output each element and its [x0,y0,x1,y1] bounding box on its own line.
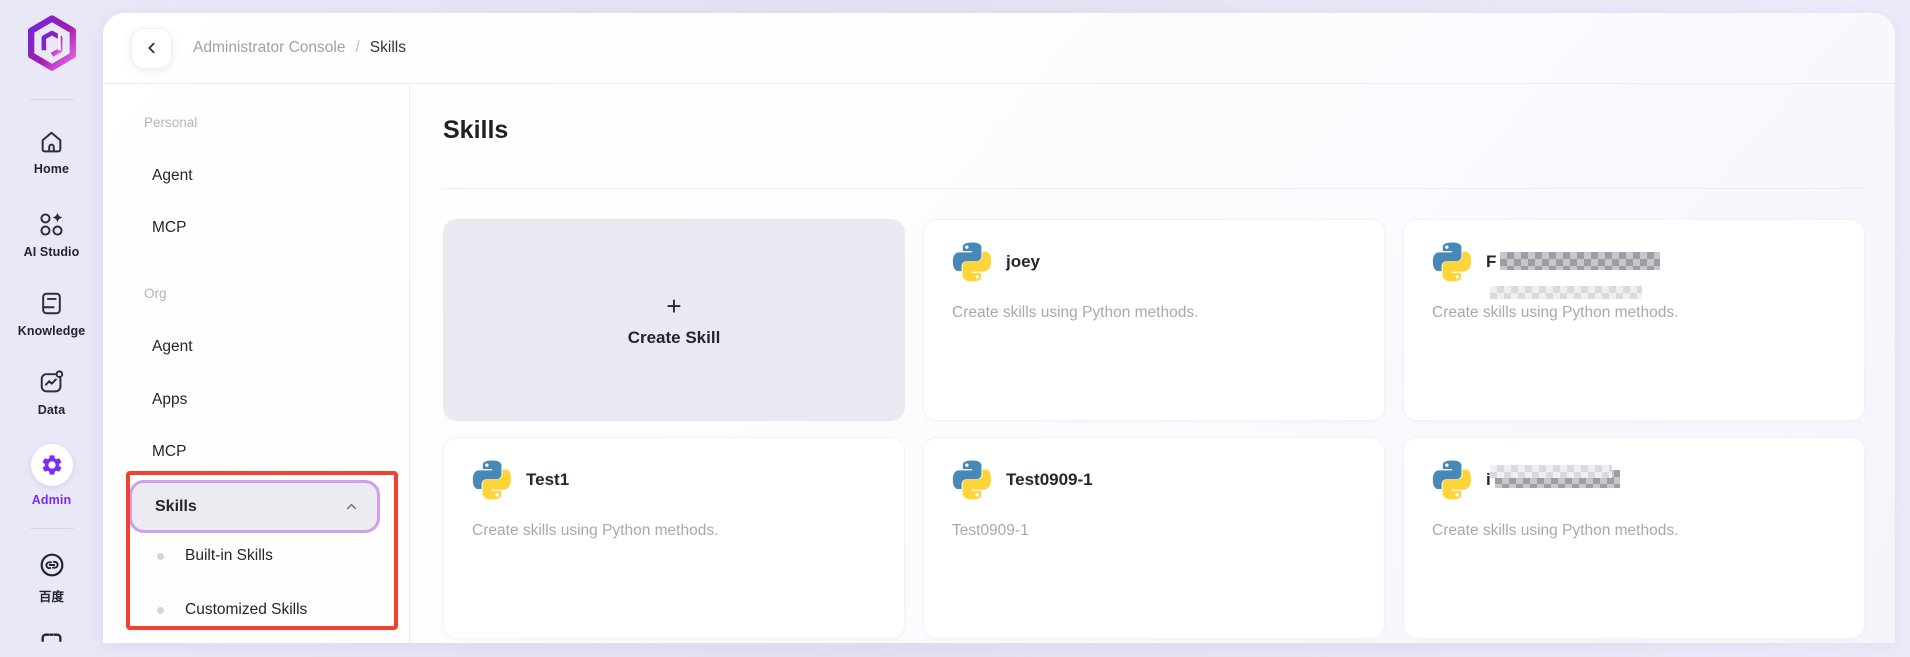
data-icon [38,369,65,396]
python-icon [952,460,992,500]
rail-label-admin: Admin [32,493,71,507]
redacted-title-mosaic [1500,252,1660,270]
python-icon [472,460,512,500]
subnav-item-customized-skills[interactable]: Customized Skills [157,601,307,619]
redacted-overline-mosaic [1490,465,1612,478]
app-logo[interactable] [0,14,103,72]
console-panel: Administrator Console / Skills Personal … [103,13,1895,643]
breadcrumb: Administrator Console / Skills [193,39,406,57]
skill-card-description: Create skills using Python methods. [1432,304,1836,322]
skill-card-title: Test0909-1 [1006,470,1093,490]
subnav-item-org-agent[interactable]: Agent [152,338,193,356]
rail-label-ai-studio: AI Studio [24,245,80,259]
subnav-item-skills[interactable]: Skills [129,480,380,533]
home-icon [38,128,65,155]
subnav-item-personal-agent[interactable]: Agent [152,167,193,185]
subnav-section-personal: Personal [144,115,197,130]
python-icon [1432,460,1472,500]
knowledge-icon [38,290,65,317]
app-rail: Home AI Studio Knowledge Data [0,0,103,643]
customized-skills-label: Customized Skills [185,601,307,619]
scan-icon [38,630,65,657]
bullet-dot-icon [157,553,164,560]
skill-card-test0909-1[interactable]: Test0909-1 Test0909-1 [923,437,1385,639]
skill-card-test1[interactable]: Test1 Create skills using Python methods… [443,437,905,639]
admin-gear-icon [40,453,64,477]
skills-grid: + Create Skill joey Create skills using … [443,219,1865,639]
breadcrumb-current: Skills [370,39,406,57]
skill-card-title: joey [1006,252,1040,272]
panel-header: Administrator Console / Skills [103,13,1895,84]
redacted-subtitle-mosaic [1490,286,1642,299]
skill-card-description: Create skills using Python methods. [1432,522,1836,540]
create-skill-card[interactable]: + Create Skill [443,219,905,421]
rail-label-knowledge: Knowledge [18,324,86,338]
skill-card-description: Test0909-1 [952,522,1356,540]
chevron-up-icon [344,499,359,514]
rail-label-baidu: 百度 [39,586,64,605]
admin-active-circle [31,444,73,486]
rail-item-knowledge[interactable]: Knowledge [0,290,103,338]
create-skill-label: Create Skill [628,328,721,348]
skills-pill-label: Skills [155,498,197,516]
skill-card-description: Create skills using Python methods. [472,522,876,540]
rail-divider-top [30,99,74,100]
python-icon [1432,242,1472,282]
baidu-link-icon [38,551,66,579]
skill-card-redacted-1[interactable]: F Create skills using Python methods. [1403,219,1865,421]
plus-icon: + [666,293,681,319]
bullet-dot-icon [157,607,164,614]
back-button[interactable] [131,28,172,69]
page-title: Skills [443,116,508,145]
rail-item-scan-partial[interactable] [0,630,103,657]
rail-item-ai-studio[interactable]: AI Studio [0,211,103,259]
built-in-skills-label: Built-in Skills [185,547,273,565]
rail-item-home[interactable]: Home [0,128,103,176]
subnav-item-built-in-skills[interactable]: Built-in Skills [157,547,273,565]
ai-studio-icon [38,211,65,238]
breadcrumb-separator: / [355,39,359,57]
rail-label-data: Data [38,403,66,417]
subnav-item-org-mcp[interactable]: MCP [152,443,186,461]
admin-subnav: Personal Agent MCP Org Agent Apps MCP Sk… [103,84,410,643]
skill-card-title: Test1 [526,470,569,490]
subnav-item-personal-mcp[interactable]: MCP [152,219,186,237]
skill-card-redacted-2[interactable]: i Create skills using Python methods. [1403,437,1865,639]
subnav-section-org: Org [144,286,167,301]
rail-item-baidu[interactable]: 百度 [0,551,103,605]
skills-page: Skills + Create Skill joey Create sk [410,84,1895,643]
rail-item-data[interactable]: Data [0,369,103,417]
skill-card-joey[interactable]: joey Create skills using Python methods. [923,219,1385,421]
breadcrumb-section[interactable]: Administrator Console [193,39,345,57]
title-divider [443,188,1865,189]
rail-item-admin[interactable]: Admin [0,444,103,507]
rail-divider-bottom [30,528,74,529]
skill-card-title-redacted: F [1486,252,1660,272]
rail-label-home: Home [34,162,69,176]
chevron-left-icon [144,40,160,56]
subnav-item-org-apps[interactable]: Apps [152,391,187,409]
python-icon [952,242,992,282]
skill-card-description: Create skills using Python methods. [952,304,1356,322]
cube-logo-icon [23,14,81,72]
